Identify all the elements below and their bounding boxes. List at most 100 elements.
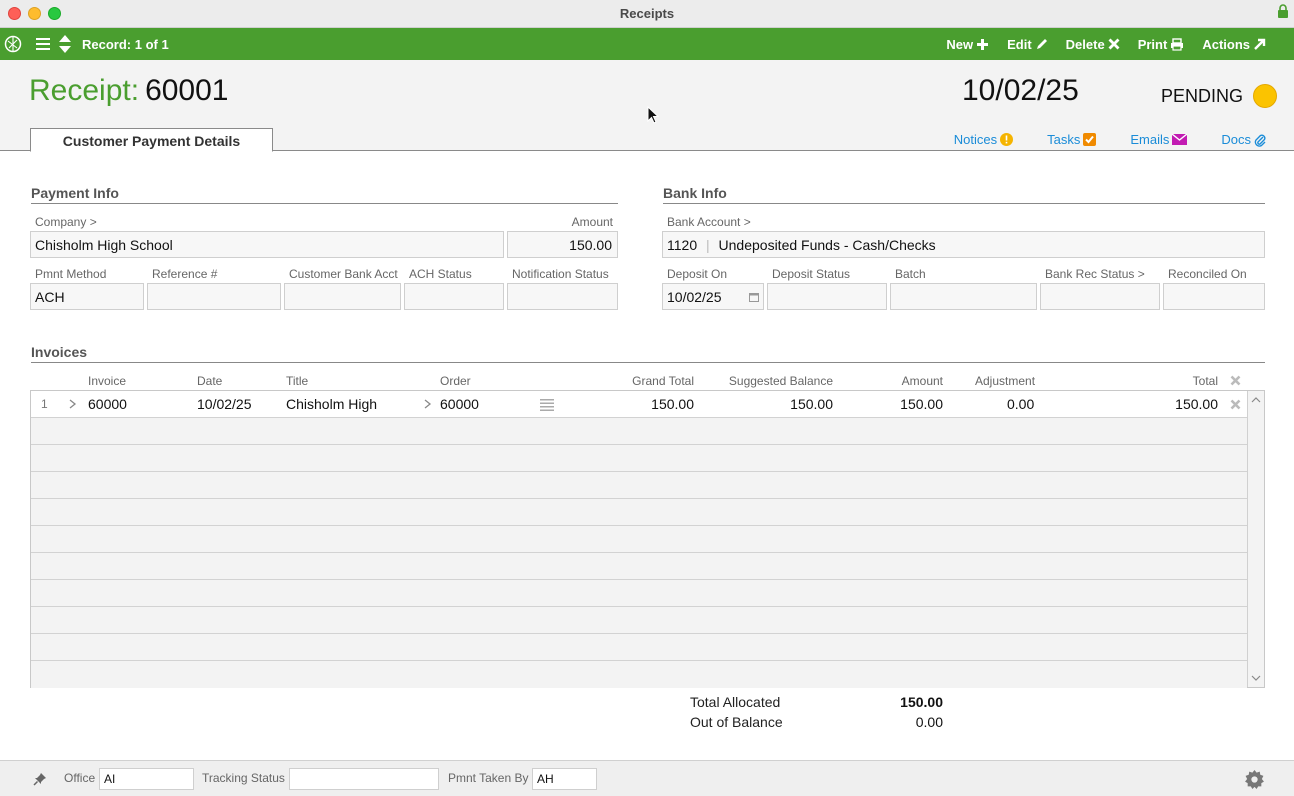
order-chevron-right-icon[interactable] bbox=[424, 399, 432, 409]
col-order: Order bbox=[440, 374, 471, 388]
pmnt-taken-by-label: Pmnt Taken By bbox=[448, 771, 529, 785]
grand-total-cell: 150.00 bbox=[651, 396, 694, 412]
emails-link[interactable]: Emails bbox=[1130, 132, 1188, 147]
table-row-empty[interactable] bbox=[31, 553, 1247, 580]
tasks-label: Tasks bbox=[1047, 132, 1081, 147]
app-logo-icon[interactable] bbox=[4, 35, 22, 53]
tracking-status-label: Tracking Status bbox=[202, 771, 285, 785]
customer-bank-acct-field[interactable] bbox=[284, 283, 401, 310]
emails-label: Emails bbox=[1130, 132, 1170, 147]
col-title: Title bbox=[286, 374, 309, 388]
list-lines-icon[interactable] bbox=[540, 398, 554, 411]
out-of-balance-value: 0.00 bbox=[915, 714, 943, 730]
notification-status-label: Notification Status bbox=[512, 267, 609, 281]
docs-link[interactable]: Docs bbox=[1221, 132, 1266, 147]
office-field[interactable]: AI bbox=[99, 768, 194, 790]
status-dot-icon bbox=[1253, 84, 1278, 108]
delete-button[interactable]: Delete bbox=[1066, 37, 1120, 52]
list-icon[interactable] bbox=[34, 35, 52, 53]
check-icon bbox=[1083, 133, 1097, 146]
bank-account-code: 1120 bbox=[667, 237, 698, 253]
print-button[interactable]: Print bbox=[1138, 37, 1185, 52]
lock-icon[interactable] bbox=[1277, 4, 1289, 19]
order-cell[interactable]: 60000 bbox=[440, 396, 479, 412]
scroll-up-icon[interactable] bbox=[1251, 396, 1261, 403]
gear-icon[interactable] bbox=[1244, 769, 1265, 790]
office-label: Office bbox=[64, 771, 96, 785]
table-scrollbar[interactable] bbox=[1247, 391, 1264, 687]
table-row-empty[interactable] bbox=[31, 661, 1247, 688]
bank-account-field[interactable]: 1120 | Undeposited Funds - Cash/Checks bbox=[662, 231, 1265, 258]
plus-icon bbox=[977, 38, 989, 50]
header-date: 10/02/25 bbox=[962, 74, 1079, 107]
bank-rec-status-label[interactable]: Bank Rec Status > bbox=[1045, 267, 1145, 281]
chevron-right-icon[interactable] bbox=[69, 399, 77, 409]
amount-cell[interactable]: 150.00 bbox=[863, 396, 943, 412]
company-field[interactable]: Chisholm High School bbox=[30, 231, 504, 258]
reconciled-on-field[interactable] bbox=[1163, 283, 1265, 310]
invoice-cell[interactable]: 60000 bbox=[88, 396, 127, 412]
table-row-empty[interactable] bbox=[31, 634, 1247, 661]
deposit-status-label: Deposit Status bbox=[772, 267, 851, 281]
invoices-title: Invoices bbox=[31, 344, 88, 360]
bank-account-separator: | bbox=[706, 237, 710, 253]
payment-info-title: Payment Info bbox=[31, 185, 119, 201]
notices-link[interactable]: Notices bbox=[953, 132, 1014, 147]
col-grand-total: Grand Total bbox=[632, 374, 694, 388]
window-title: Receipts bbox=[619, 6, 675, 21]
pmnt-taken-by-field[interactable]: AH bbox=[532, 768, 597, 790]
page-title: Receipt: 60001 bbox=[29, 74, 229, 108]
notification-status-field[interactable] bbox=[507, 283, 618, 310]
col-invoice: Invoice bbox=[88, 374, 127, 388]
adjustment-cell[interactable]: 0.00 bbox=[1007, 396, 1034, 412]
col-total: Total bbox=[1192, 374, 1218, 388]
receipt-number: 60001 bbox=[145, 74, 229, 107]
sort-arrows-icon[interactable] bbox=[58, 34, 72, 54]
window-titlebar: Receipts bbox=[0, 0, 1294, 28]
reference-field[interactable] bbox=[147, 283, 281, 310]
batch-field[interactable] bbox=[890, 283, 1037, 310]
deposit-on-field[interactable]: 10/02/25 bbox=[662, 283, 764, 310]
arrow-out-icon bbox=[1254, 38, 1266, 50]
table-row-empty[interactable] bbox=[31, 472, 1247, 499]
print-label: Print bbox=[1137, 36, 1168, 52]
suggested-balance-cell: 150.00 bbox=[790, 396, 833, 412]
printer-icon bbox=[1171, 37, 1184, 51]
calendar-icon[interactable] bbox=[749, 292, 759, 302]
table-row-empty[interactable] bbox=[31, 499, 1247, 526]
new-button[interactable]: New bbox=[946, 37, 989, 52]
customer-bank-acct-label: Customer Bank Acct bbox=[289, 267, 398, 281]
clear-all-icon[interactable] bbox=[1230, 375, 1241, 386]
amount-field[interactable]: 150.00 bbox=[507, 231, 618, 258]
tab-customer-payment-details[interactable]: Customer Payment Details bbox=[30, 128, 273, 152]
pmnt-method-field[interactable]: ACH bbox=[30, 283, 144, 310]
notices-label: Notices bbox=[953, 132, 998, 147]
delete-row-icon[interactable] bbox=[1230, 399, 1241, 410]
ach-status-field[interactable] bbox=[404, 283, 504, 310]
table-row-empty[interactable] bbox=[31, 445, 1247, 472]
tracking-status-field[interactable] bbox=[289, 768, 439, 790]
reconciled-on-label: Reconciled On bbox=[1168, 267, 1247, 281]
bank-account-label[interactable]: Bank Account > bbox=[667, 215, 751, 229]
delete-label: Delete bbox=[1065, 36, 1105, 52]
company-label[interactable]: Company > bbox=[35, 215, 97, 229]
bank-info-divider bbox=[663, 203, 1265, 204]
table-row-empty[interactable] bbox=[31, 526, 1247, 553]
actions-button[interactable]: Actions bbox=[1202, 37, 1266, 52]
edit-button[interactable]: Edit bbox=[1007, 37, 1048, 52]
tasks-link[interactable]: Tasks bbox=[1047, 132, 1097, 147]
paperclip-icon bbox=[1254, 134, 1266, 147]
scroll-down-icon[interactable] bbox=[1251, 675, 1261, 682]
table-row-empty[interactable] bbox=[31, 580, 1247, 607]
table-row[interactable]: 1 60000 10/02/25 Chisholm High 60000 150… bbox=[31, 391, 1247, 418]
actions-label: Actions bbox=[1202, 36, 1250, 52]
table-row-empty[interactable] bbox=[31, 607, 1247, 634]
table-row-empty[interactable] bbox=[31, 418, 1247, 445]
deposit-status-field[interactable] bbox=[767, 283, 887, 310]
col-adjustment: Adjustment bbox=[975, 374, 1036, 388]
pin-icon[interactable] bbox=[33, 772, 47, 786]
deposit-on-value: 10/02/25 bbox=[667, 289, 722, 305]
total-allocated-value: 150.00 bbox=[900, 694, 943, 710]
bank-rec-status-field[interactable] bbox=[1040, 283, 1160, 310]
receipt-label: Receipt: bbox=[29, 74, 140, 107]
